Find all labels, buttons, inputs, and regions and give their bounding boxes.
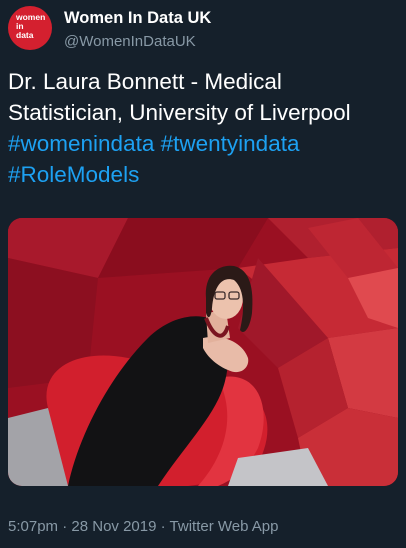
hashtag-link[interactable]: #RoleModels [8, 162, 139, 187]
tweet-photo[interactable] [8, 218, 398, 486]
tweet-text: Dr. Laura Bonnett - Medical Statistician… [8, 66, 400, 190]
tweet: women in data Women In Data UK @WomenInD… [0, 0, 406, 548]
avatar-logo-text: women in data [16, 12, 46, 40]
tweet-meta: 5:07pm · 28 Nov 2019 · Twitter Web App [8, 517, 279, 537]
hashtag-link[interactable]: #twentyindata [161, 131, 300, 156]
tweet-time[interactable]: 5:07pm [8, 518, 58, 535]
tweet-source[interactable]: Twitter Web App [170, 518, 279, 535]
tweet-body-text: Dr. Laura Bonnett - Medical Statistician… [8, 69, 351, 125]
meta-separator: · [62, 518, 68, 535]
hashtag-link[interactable]: #womenindata [8, 131, 154, 156]
tweet-date[interactable]: 28 Nov 2019 [71, 518, 156, 535]
meta-separator: · [160, 518, 166, 535]
author-names: Women In Data UK @WomenInDataUK [64, 8, 211, 52]
avatar[interactable]: women in data [8, 6, 52, 50]
display-name[interactable]: Women In Data UK [64, 8, 211, 28]
photo-illustration [8, 218, 398, 486]
handle[interactable]: @WomenInDataUK [64, 32, 211, 52]
tweet-header: women in data Women In Data UK @WomenInD… [8, 6, 211, 52]
